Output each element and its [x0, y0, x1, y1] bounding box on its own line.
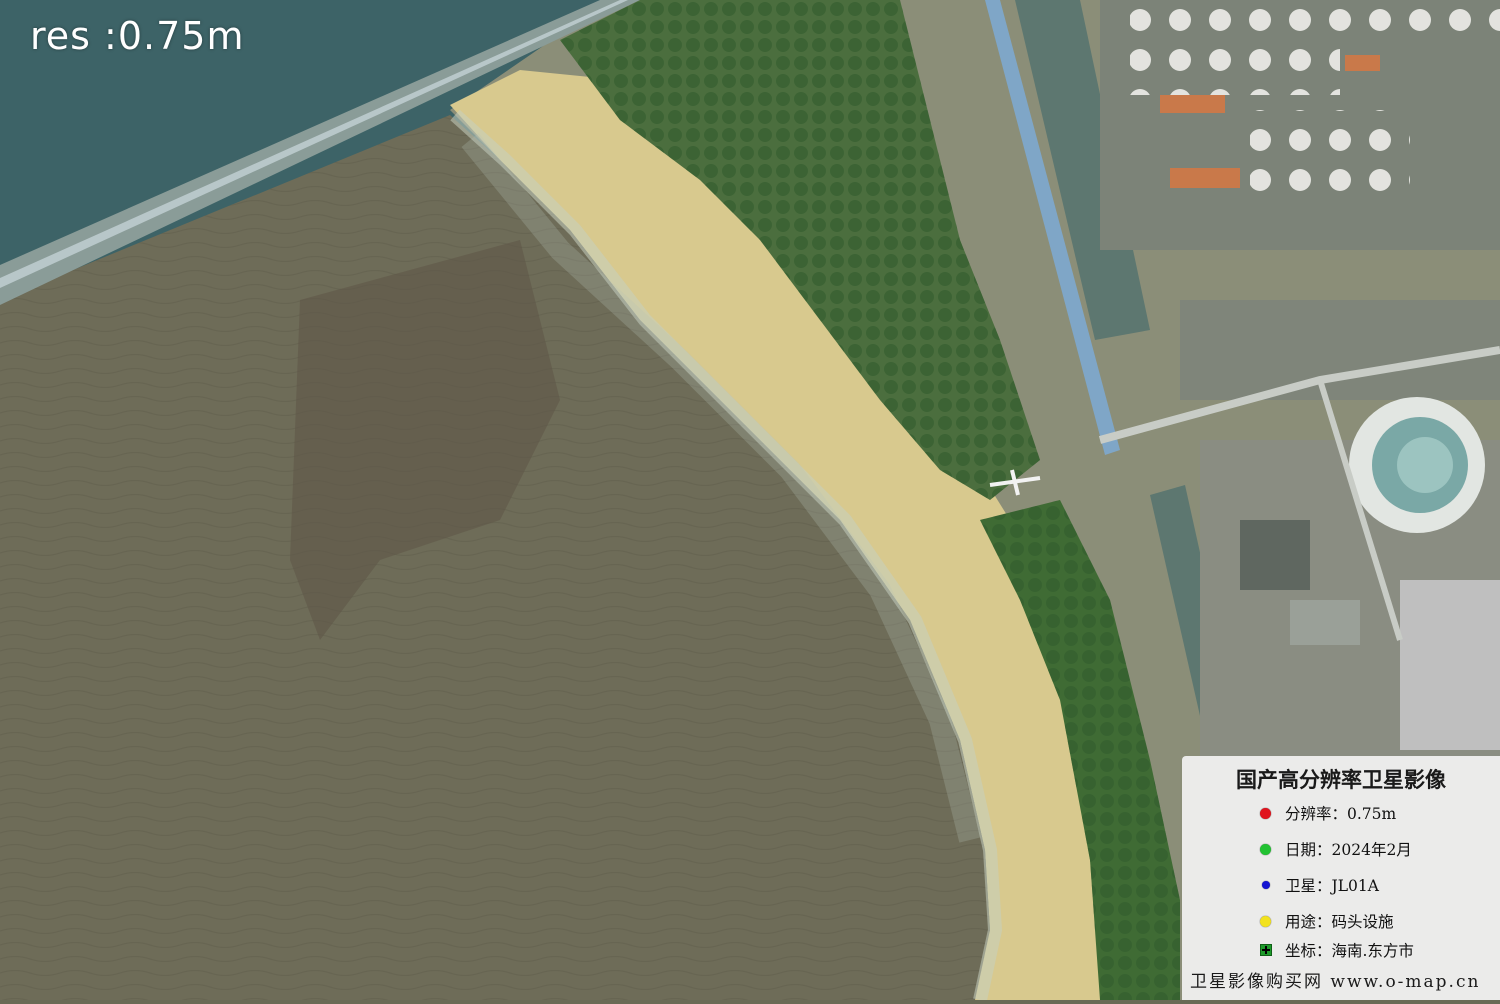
crosshair-icon — [1260, 944, 1272, 956]
legend-item-label: 卫星：JL01A — [1285, 877, 1379, 895]
legend-panel: 国产高分辨率卫星影像 分辨率：0.75m 日期：2024年2月 卫星：JL01A… — [1182, 756, 1500, 1000]
legend-item-usage: 用途：码头设施 — [1260, 910, 1394, 932]
blue-dot-icon — [1262, 881, 1270, 889]
legend-item-resolution: 分辨率：0.75m — [1260, 802, 1396, 824]
website-footer: 卫星影像购买网 www.o-map.cn — [1190, 972, 1481, 992]
legend-item-satellite: 卫星：JL01A — [1260, 874, 1379, 896]
legend-item-label: 日期：2024年2月 — [1285, 841, 1412, 859]
legend-item-date: 日期：2024年2月 — [1260, 838, 1412, 860]
yellow-dot-icon — [1260, 915, 1271, 927]
legend-item-coordinates: 坐标：海南.东方市 — [1260, 939, 1414, 961]
legend-item-label: 分辨率：0.75m — [1285, 805, 1397, 823]
resolution-label: res :0.75m — [30, 14, 245, 58]
legend-item-label: 用途：码头设施 — [1285, 913, 1394, 931]
green-dot-icon — [1260, 843, 1271, 855]
legend-item-label: 坐标：海南.东方市 — [1285, 942, 1414, 960]
red-dot-icon — [1260, 807, 1271, 819]
legend-title: 国产高分辨率卫星影像 — [1236, 768, 1446, 792]
